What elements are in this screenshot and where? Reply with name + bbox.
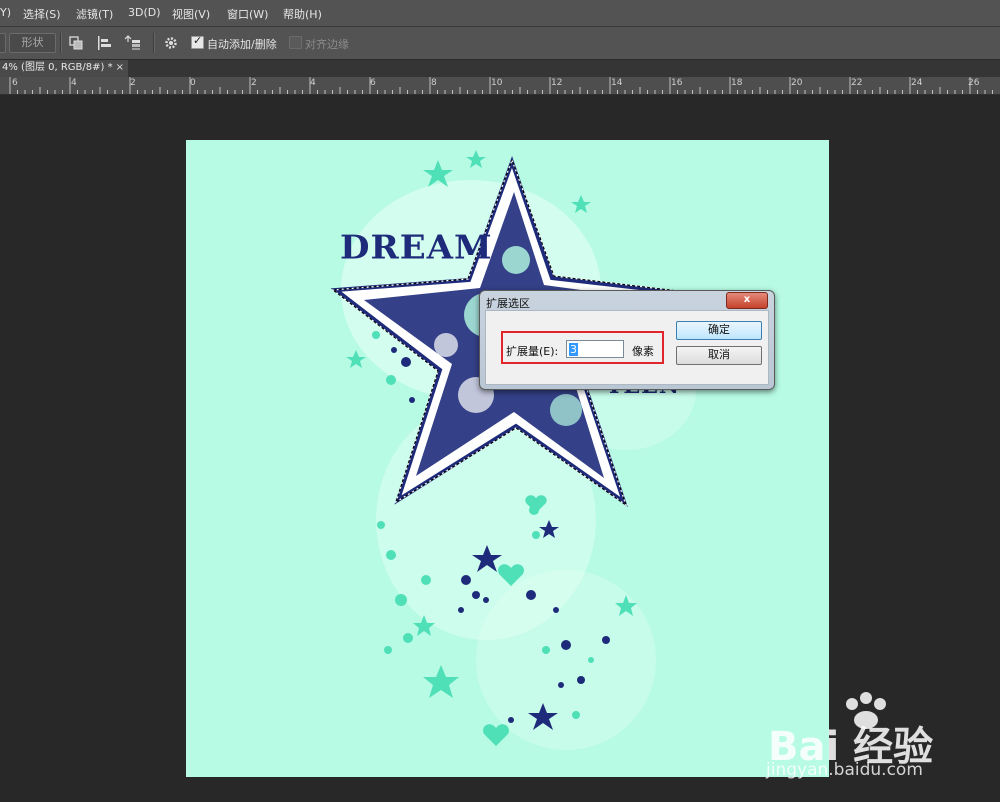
menu-select[interactable]: 选择(S) — [23, 6, 61, 22]
ruler-label: 6 — [12, 78, 18, 88]
auto-add-delete-label: 自动添加/删除 — [207, 38, 277, 51]
ruler-label: 0 — [190, 78, 196, 88]
partial-button[interactable] — [0, 33, 6, 53]
menu-filter[interactable]: 滤镜(T) — [76, 6, 113, 22]
expand-selection-dialog: 扩展选区 x 扩展量(E): 3 像素 确定 取消 — [479, 290, 775, 390]
ruler-label: 6 — [370, 78, 376, 88]
dialog-body: 扩展量(E): 3 像素 确定 取消 — [485, 310, 769, 385]
menu-help[interactable]: 帮助(H) — [283, 6, 322, 22]
auto-add-delete-checkbox[interactable]: ✓ — [191, 34, 204, 49]
ruler-label: 22 — [851, 78, 863, 88]
artwork-text-dream: DREAM — [340, 229, 493, 267]
baidu-jingyan-watermark: Bai 经验 jingyan.baidu.com — [758, 690, 998, 800]
ruler-label: 16 — [671, 78, 683, 88]
ruler-label: 8 — [431, 78, 437, 88]
watermark-url: jingyan.baidu.com — [766, 760, 923, 780]
expand-amount-input[interactable]: 3 — [566, 340, 624, 358]
ruler-label: 14 — [611, 78, 623, 88]
align-edges-checkbox[interactable] — [289, 36, 302, 49]
close-tab-icon[interactable]: × — [116, 60, 124, 76]
shape-button[interactable]: 形状 — [9, 33, 56, 53]
path-alignment-icon[interactable] — [95, 34, 113, 52]
document-tab[interactable]: 4% (图层 0, RGB/8#) * × — [0, 60, 128, 77]
expand-amount-label: 扩展量(E): — [506, 345, 559, 358]
ruler-label: 12 — [551, 78, 563, 88]
ruler-label: 24 — [911, 78, 923, 88]
document-tab-bar: 4% (图层 0, RGB/8#) * × — [0, 60, 1000, 77]
ruler-label: 2 — [130, 78, 136, 88]
ok-button[interactable]: 确定 — [676, 321, 762, 340]
menu-3d[interactable]: 3D(D) — [128, 6, 161, 19]
ruler-label: 4 — [310, 78, 316, 88]
ruler-label: 26 — [968, 78, 980, 88]
align-edges-label: 对齐边缘 — [305, 38, 349, 51]
document-canvas[interactable]: DREAM TEEN — [186, 140, 829, 777]
ruler-label: 20 — [791, 78, 803, 88]
document-tab-title: 4% (图层 0, RGB/8#) * — [2, 62, 113, 73]
options-bar: 形状 ✓ 自动添加/删除 对齐边缘 — [0, 27, 1000, 60]
ruler-label: 4 — [71, 78, 77, 88]
path-operations-icon[interactable] — [67, 34, 85, 52]
unit-label: 像素 — [632, 345, 654, 358]
separator — [60, 33, 62, 53]
check-mark-icon: ✓ — [193, 34, 203, 47]
dialog-title: 扩展选区 — [486, 297, 530, 310]
menu-window[interactable]: 窗口(W) — [227, 6, 268, 22]
gear-icon[interactable] — [162, 34, 180, 52]
expand-amount-value: 3 — [569, 343, 578, 356]
menu-partial[interactable]: Y) — [0, 6, 11, 19]
menu-bar: Y) 选择(S) 滤镜(T) 3D(D) 视图(V) 窗口(W) 帮助(H) — [0, 0, 1000, 27]
artwork-graphic — [330, 150, 696, 750]
menu-view[interactable]: 视图(V) — [172, 6, 210, 22]
cancel-button[interactable]: 取消 — [676, 346, 762, 365]
ruler-label: 10 — [491, 78, 503, 88]
path-arrangement-icon[interactable] — [124, 34, 142, 52]
dialog-close-button[interactable]: x — [726, 292, 768, 309]
horizontal-ruler: 6 4 2 0 2 4 6 8 10 12 14 16 18 20 22 24 … — [0, 77, 1000, 95]
separator — [153, 33, 155, 53]
ruler-label: 18 — [731, 78, 743, 88]
ruler-label: 2 — [251, 78, 257, 88]
